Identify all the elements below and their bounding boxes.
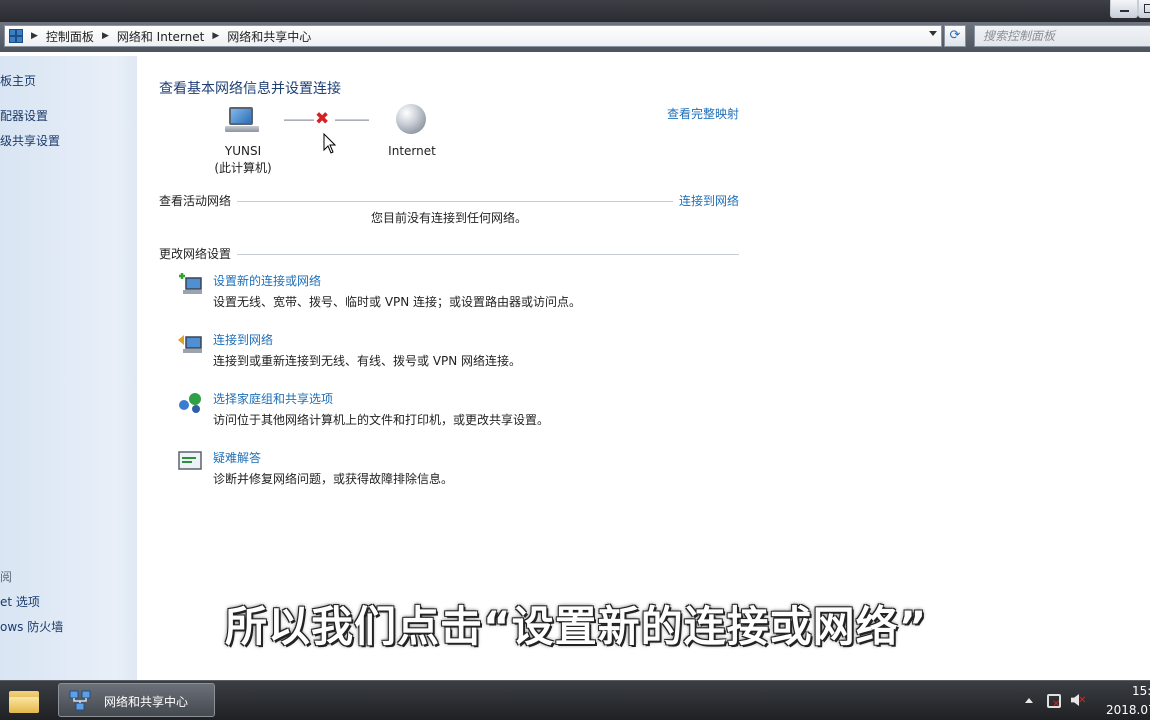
task-description: 连接到或重新连接到无线、有线、拨号或 VPN 网络连接。 [213,354,522,368]
search-input[interactable]: 搜索控制面板 [974,25,1150,47]
address-bar[interactable]: ▶ 控制面板 ▶ 网络和 Internet ▶ 网络和共享中心 [4,25,942,47]
connection-line [284,119,314,121]
left-link-control-panel-home[interactable]: 板主页 [0,72,36,89]
refresh-icon: ⟳ [949,28,961,43]
mouse-cursor-icon [323,133,337,154]
main-content: 查看基本网络信息并设置连接 查看完整映射 YUNSI (此计算机) ✖ Inte… [137,56,1150,680]
explorer-taskbar-button[interactable] [6,685,44,715]
breadcrumb-network-internet[interactable]: 网络和 Internet [117,28,204,45]
window-title-bar [0,0,1150,22]
connect-network-icon [178,335,202,353]
disconnected-x-icon[interactable]: ✖ [315,109,329,129]
active-networks-label: 查看活动网络 [159,194,232,208]
address-dropdown-icon[interactable] [929,31,937,36]
page-title: 查看基本网络信息并设置连接 [159,81,341,97]
connect-to-network-task-link[interactable]: 连接到网络 [213,331,273,348]
taskbar-window-network-sharing[interactable]: 网络和共享中心 [58,683,215,717]
video-subtitle: 所以我们点击“设置新的连接或网络” [225,602,928,651]
task-homegroup: 选择家庭组和共享选项 访问位于其他网络计算机上的文件和打印机，或更改共享设置。 [177,390,777,432]
left-link-internet-options[interactable]: et 选项 [0,593,40,610]
maximize-button[interactable] [1138,0,1150,18]
task-new-connection: 设置新的连接或网络 设置无线、宽带、拨号、临时或 VPN 连接；或设置路由器或访… [177,272,777,314]
clock-time[interactable]: 15: [1132,684,1150,698]
breadcrumb-control-panel[interactable]: 控制面板 [46,28,94,45]
taskbar-window-label: 网络和共享中心 [104,695,189,709]
setup-new-connection-link[interactable]: 设置新的连接或网络 [213,272,321,289]
computer-sub-label: (此计算机) [214,161,272,175]
view-full-map-link[interactable]: 查看完整映射 [667,105,739,122]
task-description: 诊断并修复网络问题，或获得故障排除信息。 [213,472,454,486]
breadcrumb-separator-icon[interactable]: ▶ [102,31,109,41]
left-navigation-pane: 板主页 配器设置 级共享设置 阅 et 选项 ows 防火墙 [0,56,138,680]
refresh-button[interactable]: ⟳ [944,25,966,47]
network-center-icon [69,690,91,711]
navigation-bar: ▶ 控制面板 ▶ 网络和 Internet ▶ 网络和共享中心 ⟳ 搜索控制面板 [0,22,1150,52]
computer-name: YUNSI [224,144,262,158]
clock-date[interactable]: 2018.07 [1106,703,1150,717]
task-troubleshoot: 疑难解答 诊断并修复网络问题，或获得故障排除信息。 [177,449,777,491]
task-description: 设置无线、宽带、拨号、临时或 VPN 连接；或设置路由器或访问点。 [213,295,582,309]
task-description: 访问位于其他网络计算机上的文件和打印机，或更改共享设置。 [213,413,550,427]
left-link-advanced-sharing[interactable]: 级共享设置 [0,132,60,149]
internet-node-label: Internet [388,144,436,158]
section-divider [237,254,739,255]
internet-globe-icon [396,104,426,134]
troubleshoot-link[interactable]: 疑难解答 [213,449,261,466]
breadcrumb-separator-icon[interactable]: ▶ [31,31,38,41]
maximize-icon [1144,4,1150,13]
connection-line [335,119,369,121]
troubleshoot-icon [178,451,202,470]
new-connection-icon [179,273,202,294]
show-hidden-icons-icon[interactable] [1025,698,1033,703]
task-connect-network: 连接到网络 连接到或重新连接到无线、有线、拨号或 VPN 网络连接。 [177,331,777,373]
see-also-label: 阅 [0,570,13,584]
network-error-icon: ✕ [1052,699,1061,710]
volume-muted-icon: ✕ [1078,695,1087,706]
taskbar: 网络和共享中心 ✕ ✕ 15: 2018.07 [0,680,1150,720]
minimize-button[interactable] [1110,0,1138,18]
left-link-adapter-settings[interactable]: 配器设置 [0,107,48,124]
no-connection-message: 您目前没有连接到任何网络。 [371,211,528,225]
computer-icon [225,107,259,135]
change-settings-label: 更改网络设置 [159,247,232,261]
minimize-icon [1120,10,1129,12]
breadcrumb-network-sharing-center[interactable]: 网络和共享中心 [227,28,311,45]
homegroup-sharing-link[interactable]: 选择家庭组和共享选项 [213,390,333,407]
control-panel-icon [9,29,23,43]
breadcrumb-separator-icon[interactable]: ▶ [212,31,219,41]
section-divider [237,201,673,202]
computer-node-label: YUNSI (此计算机) [213,143,273,177]
homegroup-icon [179,393,201,413]
left-link-windows-firewall[interactable]: ows 防火墙 [0,618,63,635]
connect-to-network-link[interactable]: 连接到网络 [679,192,739,209]
